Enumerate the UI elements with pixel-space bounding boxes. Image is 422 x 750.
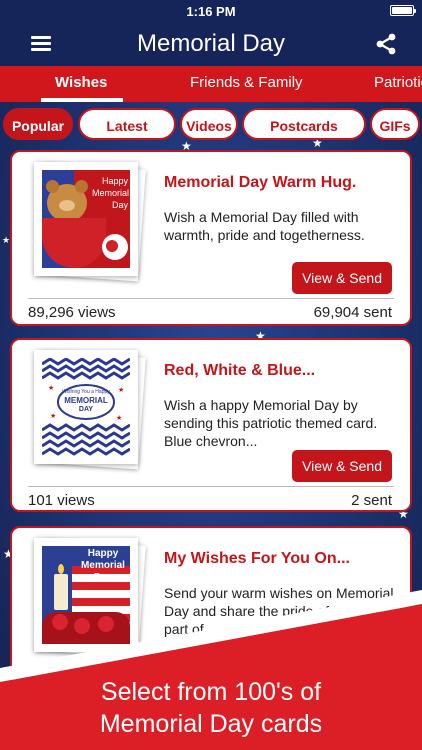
share-icon[interactable] [374,32,398,56]
card-title[interactable]: Red, White & Blue... [164,362,315,380]
filter-latest[interactable]: Latest [78,108,176,140]
tab-bar: Wishes Friends & Family Patriotic [0,66,422,102]
card-description: Wish a happy Memorial Day by sending thi… [164,397,378,449]
tab-friends-family[interactable]: Friends & Family [190,74,303,91]
card-thumbnail[interactable]: ★ ★ ★ ★ Wishing You a Happy MEMORIAL DAY [34,350,146,470]
card-thumbnail[interactable]: Happy Memorial Day [34,538,146,658]
chevron-card-image: ★ ★ ★ ★ Wishing You a Happy MEMORIAL DAY [42,358,130,456]
view-send-button[interactable]: View & Send [292,262,392,294]
svg-text:★: ★ [118,386,124,394]
views-count: 89,296 views [28,304,116,321]
active-tab-indicator [41,98,123,102]
card-warm-hug[interactable]: Happy Memorial Day Memorial Day Warm Hug… [10,150,412,326]
tab-wishes[interactable]: Wishes [55,74,107,91]
thumb-text: Day [111,200,128,210]
view-send-button[interactable]: View & Send [292,450,392,482]
teddy-bear-card-image: Happy Memorial Day [42,170,130,268]
thumb-text: Day [93,572,113,583]
filter-gifs[interactable]: GIFs [370,108,420,140]
status-time: 1:16 PM [186,4,236,19]
thumb-text: MEMORIAL [64,396,108,405]
filter-chips: Popular Latest Videos Postcards GIFs [0,108,422,142]
card-thumbnail[interactable]: Happy Memorial Day [34,162,146,282]
thumb-text: Happy [87,548,119,559]
filter-postcards[interactable]: Postcards [242,108,366,140]
tab-patriotic[interactable]: Patriotic [374,74,422,91]
thumb-text: Memorial [81,560,125,571]
svg-text:★: ★ [48,384,54,392]
card-my-wishes[interactable]: Happy Memorial Day My Wishes For You On.… [10,526,412,726]
card-title[interactable]: My Wishes For You On... [164,550,350,568]
star-decoration: ★ [2,235,11,245]
page-title: Memorial Day [136,30,286,57]
thumb-text: Happy [101,176,128,186]
card-divider [28,298,394,299]
battery-icon [390,5,416,16]
thumb-text: DAY [78,406,94,413]
svg-text:★: ★ [50,412,56,420]
card-divider [28,486,394,487]
thumb-text: Wishing You a Happy [62,389,110,395]
sent-count: 69,904 sent [313,304,392,321]
filter-videos[interactable]: Videos [180,108,238,140]
card-title[interactable]: Memorial Day Warm Hug. [164,174,356,192]
status-bar: 1:16 PM [0,0,422,22]
thumb-text: Memorial [92,188,130,198]
sent-count: 2 sent [351,492,392,509]
app-header: Memorial Day [0,22,422,66]
candle-flag-card-image: Happy Memorial Day [42,546,130,644]
card-description: Send your warm wishes on Memorial Day an… [164,585,394,637]
views-count: 101 views [28,492,95,509]
svg-text:★: ★ [116,414,122,422]
card-description: Wish a Memorial Day filled with warmth, … [164,209,365,243]
filter-popular[interactable]: Popular [3,108,73,140]
card-red-white-blue[interactable]: ★ ★ ★ ★ Wishing You a Happy MEMORIAL DAY… [10,338,412,512]
